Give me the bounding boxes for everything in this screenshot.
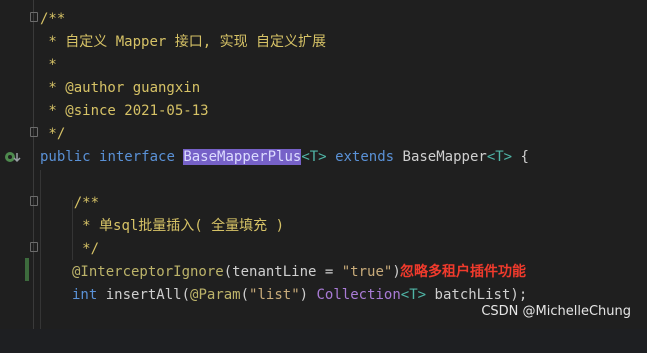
paren: ( xyxy=(181,287,191,303)
code-line: * @author guangxin xyxy=(0,77,647,100)
param-type[interactable]: Collection xyxy=(317,287,401,303)
return-type: int xyxy=(72,287,98,303)
generic-param: <T> xyxy=(301,149,327,165)
code-line: * 自定义 Mapper 接口, 实现 自定义扩展 xyxy=(0,31,647,54)
code-line: /** xyxy=(0,192,647,215)
statement-end: ); xyxy=(510,287,528,303)
string-literal: "list" xyxy=(249,287,300,303)
comment-since: * @since 2021-05-13 xyxy=(40,103,209,119)
string-literal: "true" xyxy=(341,264,393,280)
comment-open: /** xyxy=(40,11,66,27)
keyword-interface: interface xyxy=(99,149,175,165)
keyword-extends: extends xyxy=(335,149,395,165)
code-line: public interface BaseMapperPlus<T> exten… xyxy=(0,146,647,169)
param-name: batchList xyxy=(434,287,511,303)
generic-param: <T> xyxy=(400,287,427,303)
comment-open: /** xyxy=(40,195,100,211)
comment-close: */ xyxy=(40,126,66,142)
method-name[interactable]: insertAll xyxy=(106,287,182,303)
annotation-line: @InterceptorIgnore(tenantLine = "true") xyxy=(72,261,401,284)
paren: ( xyxy=(223,264,233,280)
comment-line: * 自定义 Mapper 接口, 实现 自定义扩展 xyxy=(40,31,326,54)
annotation-note: 忽略多租户插件功能 xyxy=(400,264,526,280)
code-editor[interactable]: /** * 自定义 Mapper 接口, 实现 自定义扩展 * * @autho… xyxy=(0,0,647,329)
paren: ( xyxy=(240,287,250,303)
code-line: */ xyxy=(0,123,647,146)
paren: ) xyxy=(299,287,309,303)
code-line: @InterceptorIgnore(tenantLine = "true") … xyxy=(0,261,647,284)
comment-author: * @author guangxin xyxy=(40,80,201,96)
parent-type[interactable]: BaseMapper xyxy=(403,149,487,165)
interface-declaration: public interface BaseMapperPlus<T> exten… xyxy=(40,146,529,169)
interface-name[interactable]: BaseMapperPlus xyxy=(183,149,302,165)
open-brace: { xyxy=(520,149,529,165)
keyword-public: public xyxy=(40,149,91,165)
code-line: /** xyxy=(0,8,647,31)
comment-description: 单sql批量插入( 全量填充 ) xyxy=(99,218,285,234)
comment-close: */ xyxy=(40,241,100,257)
comment-prefix: * xyxy=(40,34,66,50)
code-line: * @since 2021-05-13 xyxy=(0,100,647,123)
annotation-param: tenantLine xyxy=(232,264,317,280)
comment-description: 自定义 Mapper 接口, 实现 自定义扩展 xyxy=(65,34,327,50)
param-annotation[interactable]: @Param xyxy=(190,287,241,303)
operator: = xyxy=(316,264,342,280)
code-line: * 单sql批量插入( 全量填充 ) xyxy=(0,215,647,238)
comment-line: * 单sql批量插入( 全量填充 ) xyxy=(40,215,284,238)
method-declaration: int insertAll(@Param("list") Collection<… xyxy=(72,284,527,307)
comment-line: * xyxy=(40,57,57,73)
watermark: CSDN @MichelleChung xyxy=(481,304,631,319)
code-line: */ xyxy=(0,238,647,261)
annotation-name[interactable]: @InterceptorIgnore xyxy=(72,264,224,280)
code-line: * xyxy=(0,54,647,77)
comment-prefix: * xyxy=(40,218,100,234)
generic-param: <T> xyxy=(486,149,513,165)
